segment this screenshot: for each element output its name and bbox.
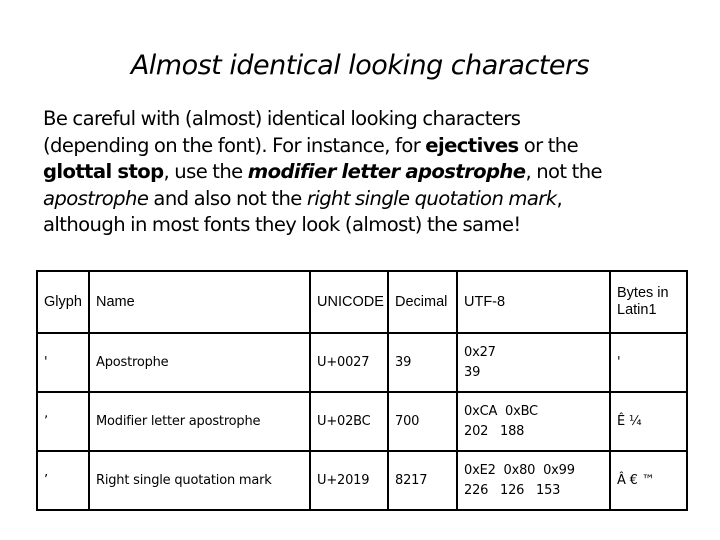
utf8-dec: 39	[464, 364, 481, 380]
text-run: , not the	[525, 160, 602, 184]
glyph-right-single-quotation-mark: ’	[36, 450, 90, 511]
term-glottal-stop: glottal stop	[43, 160, 164, 184]
paragraph-line-5: although in most fonts they look (almost…	[43, 213, 521, 237]
utf8-dec: 226 126 153	[464, 482, 561, 498]
table-row: ' Apostrophe U+0027 39 0x27 39 '	[36, 332, 688, 393]
slide-title: Almost identical looking characters	[130, 50, 590, 81]
paragraph-line-1: Be careful with (almost) identical looki…	[43, 107, 521, 130]
utf8-cell: 0xCA 0xBC 202 188	[456, 391, 611, 452]
name-cell: Apostrophe	[88, 332, 311, 393]
paragraph-line-2: (depending on the font). For instance, f…	[43, 133, 713, 160]
header-glyph: Glyph	[36, 270, 90, 334]
name-cell: Right single quotation mark	[88, 450, 311, 511]
utf8-cell: 0x27 39	[456, 332, 611, 393]
table-header-row: Glyph Name UNICODE Decimal UTF-8 Bytes i…	[36, 270, 688, 334]
latin1-cell: Ê ¼	[609, 391, 688, 452]
utf8-hex: 0xCA 0xBC	[464, 403, 538, 419]
paragraph-line-4: apostrophe and also not the right single…	[43, 186, 713, 213]
utf8-hex: 0x27	[464, 344, 496, 360]
text-run: , use the	[163, 160, 248, 184]
term-right-single-quotation-mark: right single quotation mark	[306, 186, 557, 210]
unicode-cell: U+02BC	[309, 391, 389, 452]
text-run: ,	[556, 186, 563, 210]
decimal-cell: 39	[387, 332, 458, 393]
term-modifier-letter-apostrophe: modifier letter apostrophe	[247, 160, 526, 184]
header-latin1: Bytes in Latin1	[609, 270, 688, 334]
glyph-apostrophe: '	[36, 332, 90, 393]
header-decimal: Decimal	[387, 270, 458, 334]
paragraph-line-3: glottal stop, use the modifier letter ap…	[43, 159, 713, 186]
latin1-cell: Â € ™	[609, 450, 688, 511]
decimal-cell: 700	[387, 391, 458, 452]
glyph-modifier-letter-apostrophe: ʼ	[36, 391, 90, 452]
characters-table: Glyph Name UNICODE Decimal UTF-8 Bytes i…	[36, 270, 688, 511]
header-name: Name	[88, 270, 311, 334]
text-run: or the	[518, 133, 579, 157]
utf8-cell: 0xE2 0x80 0x99 226 126 153	[456, 450, 611, 511]
term-apostrophe: apostrophe	[43, 186, 149, 210]
unicode-cell: U+0027	[309, 332, 389, 393]
unicode-cell: U+2019	[309, 450, 389, 511]
body-paragraph: Be careful with (almost) identical looki…	[43, 106, 713, 239]
decimal-cell: 8217	[387, 450, 458, 511]
text-run: (depending on the font). For instance, f…	[43, 133, 426, 157]
text-run: and also not the	[148, 186, 307, 210]
latin1-cell: '	[609, 332, 688, 393]
header-utf8: UTF-8	[456, 270, 611, 334]
term-ejectives: ejectives	[425, 133, 519, 157]
utf8-dec: 202 188	[464, 423, 525, 439]
table-row: ’ Right single quotation mark U+2019 821…	[36, 450, 688, 511]
utf8-hex: 0xE2 0x80 0x99	[464, 462, 575, 478]
header-unicode: UNICODE	[309, 270, 389, 334]
name-cell: Modifier letter apostrophe	[88, 391, 311, 452]
table-row: ʼ Modifier letter apostrophe U+02BC 700 …	[36, 391, 688, 452]
